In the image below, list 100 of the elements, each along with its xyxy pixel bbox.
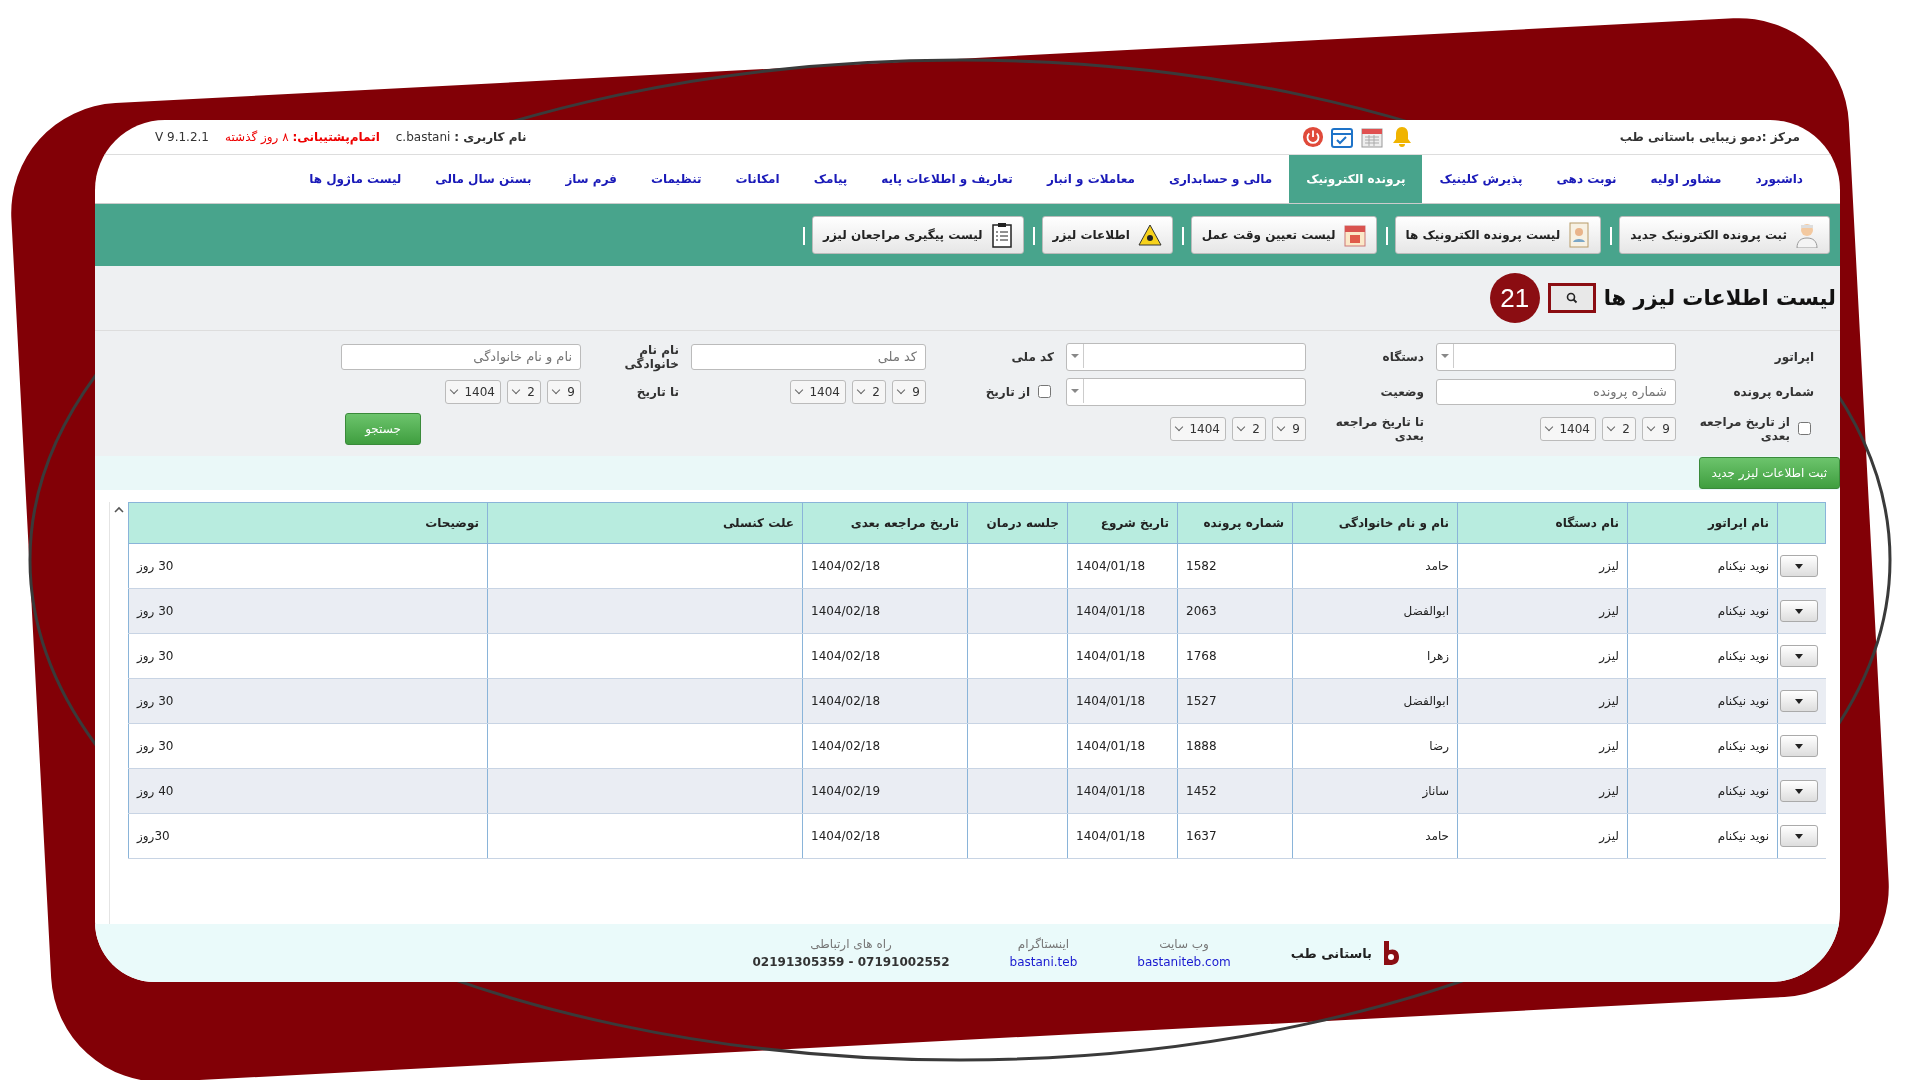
column-header: علت کنسلی <box>487 502 803 544</box>
table-cell: زهرا <box>1292 633 1458 679</box>
nav-tab[interactable]: لیست ماژول ها <box>292 155 419 203</box>
checkbox[interactable] <box>1798 422 1811 435</box>
logo-icon <box>1382 941 1400 965</box>
row-menu-button[interactable] <box>1779 735 1818 757</box>
year-select[interactable]: 1404 <box>445 379 501 404</box>
row-menu-button[interactable] <box>1779 645 1818 667</box>
brand-name: باستانی طب <box>1290 945 1372 961</box>
field-label: شماره پرونده <box>1732 384 1815 399</box>
nav-tab[interactable]: مشاور اولیه <box>1633 155 1739 203</box>
table-cell: 1404/02/18 <box>802 678 968 724</box>
caret-icon <box>1794 698 1803 704</box>
row-menu-button[interactable] <box>1779 690 1818 712</box>
table-cell: نوید نیکنام <box>1627 678 1778 724</box>
table-cell: 1404/02/18 <box>802 813 968 859</box>
table-cell: لیزر <box>1457 813 1628 859</box>
checkbox[interactable] <box>1038 385 1051 398</box>
day-select[interactable]: 9 <box>892 379 926 404</box>
annotation-badge: 21 <box>1489 273 1540 323</box>
scroll-up-icon[interactable] <box>114 506 124 513</box>
file-number-field[interactable]: شماره پرونده <box>1436 378 1676 405</box>
search-button[interactable] <box>1547 283 1596 313</box>
table-cell: 1527 <box>1177 678 1293 724</box>
nav-tab[interactable]: پذیرش کلینیک <box>1422 155 1540 203</box>
table-cell: 1404/02/18 <box>802 543 968 589</box>
table-cell: 1768 <box>1177 633 1293 679</box>
search-icon <box>1565 292 1578 304</box>
field-label: نام نام خانوادگی <box>623 342 680 371</box>
nav-tab[interactable]: تنظیمات <box>633 155 719 203</box>
table-cell: لیزر <box>1457 633 1628 679</box>
table-cell: 1404/01/18 <box>1067 723 1178 769</box>
national-code-field[interactable]: کد ملی <box>691 343 926 370</box>
nav-tab[interactable]: بستن سال مالی <box>418 155 549 203</box>
power-icon[interactable] <box>1301 126 1324 148</box>
page-title: لیست اطلاعات لیزر ها <box>1603 286 1836 310</box>
table-cell: 2063 <box>1177 588 1293 634</box>
nav-tab[interactable]: امکانات <box>718 155 797 203</box>
year-select[interactable]: 1404 <box>790 379 846 404</box>
nav-tab[interactable]: مالی و حسابداری <box>1151 155 1290 203</box>
day-select[interactable]: 9 <box>547 379 581 404</box>
table-cell: حامد <box>1292 543 1458 589</box>
file-icon <box>1568 222 1591 248</box>
day-select[interactable]: 9 <box>1272 416 1306 441</box>
warning-icon <box>1137 224 1162 246</box>
table-cell: 1404/01/18 <box>1067 543 1178 589</box>
table-cell: لیزر <box>1457 678 1628 724</box>
nav-tab[interactable]: داشبورد <box>1738 155 1820 203</box>
website-link[interactable]: bastaniteb.com <box>1137 955 1231 969</box>
field-label: کد ملی <box>1010 349 1055 364</box>
month-select[interactable]: 2 <box>1602 416 1636 441</box>
row-menu-button[interactable] <box>1779 780 1818 802</box>
calendar-check-icon[interactable] <box>1329 125 1354 149</box>
caret-icon <box>1794 788 1803 794</box>
table-cell: حامد <box>1292 813 1458 859</box>
clipboard-icon <box>990 222 1013 248</box>
caret-icon <box>1794 563 1803 569</box>
table-cell: 1404/01/18 <box>1067 588 1178 634</box>
nav-tab[interactable]: نوبت دهی <box>1539 155 1634 203</box>
support-status: اتمام‌پشتیبانی: ۸ روز گذشته <box>225 130 380 144</box>
row-menu-button[interactable] <box>1779 600 1818 622</box>
month-select[interactable]: 2 <box>852 379 886 404</box>
table-cell: 1404/01/18 <box>1067 813 1178 859</box>
table-cell: 1404/02/18 <box>802 633 968 679</box>
row-menu-button[interactable] <box>1779 555 1818 577</box>
footer-label: وب سایت <box>1159 937 1209 951</box>
table-cell: 1404/01/18 <box>1067 633 1178 679</box>
full-name-field[interactable]: نام و نام خانوادگی <box>341 343 581 370</box>
nav-tab[interactable]: تعاریف و اطلاعات پایه <box>864 155 1030 203</box>
column-header: نام اپراتور <box>1627 502 1778 544</box>
field-label: تا تاریخ مراجعه بعدی <box>1334 414 1425 443</box>
calendar-icon[interactable] <box>1359 125 1384 149</box>
field-label: تا تاریخ <box>635 384 680 399</box>
nav-tab[interactable]: فرم ساز <box>548 155 634 203</box>
table-cell: 30 روز <box>128 678 488 724</box>
nav-tab[interactable]: معاملات و انبار <box>1029 155 1152 203</box>
nav-tab[interactable]: پیامک <box>796 155 865 203</box>
column-header: نام دستگاه <box>1457 502 1628 544</box>
column-header: شماره پرونده <box>1177 502 1293 544</box>
month-select[interactable]: 2 <box>1232 416 1266 441</box>
table-cell: نوید نیکنام <box>1627 543 1778 589</box>
caret-icon <box>1794 833 1803 839</box>
table-cell: 1452 <box>1177 768 1293 814</box>
table-cell: لیزر <box>1457 588 1628 634</box>
column-header: تاریخ مراجعه بعدی <box>802 502 968 544</box>
year-select[interactable]: 1404 <box>1170 416 1226 441</box>
table-cell: لیزر <box>1457 768 1628 814</box>
column-header: توضیحات <box>128 502 488 544</box>
instagram-link[interactable]: bastani.teb <box>1009 955 1078 969</box>
day-select[interactable]: 9 <box>1642 416 1676 441</box>
row-menu-button[interactable] <box>1779 825 1818 847</box>
table-cell: 1404/01/18 <box>1067 768 1178 814</box>
table-cell: نوید نیکنام <box>1627 768 1778 814</box>
field-label: اپراتور <box>1773 349 1815 364</box>
year-select[interactable]: 1404 <box>1540 416 1596 441</box>
table-cell: 30 روز <box>128 633 488 679</box>
table-cell: 1404/02/19 <box>802 768 968 814</box>
month-select[interactable]: 2 <box>507 379 541 404</box>
footer-label: اینستاگرام <box>1017 937 1070 951</box>
table-cell: 40 روز <box>128 768 488 814</box>
